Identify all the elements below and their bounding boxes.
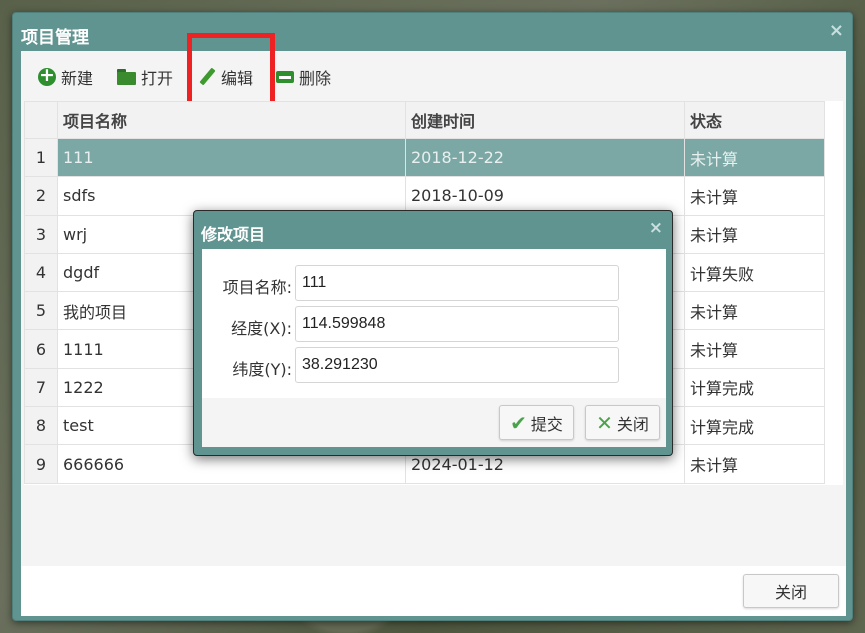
cell-status: 未计算 — [684, 444, 825, 484]
latitude-label: 纬度(Y): — [232, 360, 292, 379]
row-number: 4 — [24, 252, 58, 293]
plus-circle-icon — [37, 64, 57, 87]
toolbar: 新建 打开 编辑 删除 — [21, 33, 846, 109]
new-button[interactable]: 新建 — [37, 64, 94, 89]
row-number-header — [24, 101, 58, 139]
open-button[interactable]: 打开 — [117, 65, 173, 89]
cell-status: 未计算 — [684, 137, 825, 178]
column-header-created[interactable]: 创建时间 — [405, 101, 685, 139]
table-header-row: 项目名称 创建时间 状态 — [24, 101, 825, 139]
row-number: 9 — [24, 444, 58, 484]
latitude-input[interactable] — [295, 347, 619, 383]
dialog-form: 项目名称: 经度(X): 纬度(Y): — [202, 249, 666, 398]
cell-name: 111 — [57, 137, 406, 178]
cell-status: 计算完成 — [684, 367, 825, 408]
minus-box-icon — [275, 67, 295, 87]
dialog-close-button[interactable]: ✕ 关闭 — [585, 405, 660, 440]
check-icon: ✔ — [510, 410, 527, 435]
window-close-icon[interactable]: × — [829, 20, 844, 41]
row-number: 3 — [24, 214, 58, 254]
column-header-status[interactable]: 状态 — [684, 101, 825, 139]
cell-status: 未计算 — [684, 291, 825, 331]
edit-button-label: 编辑 — [221, 69, 254, 88]
dialog-close-icon[interactable]: × — [649, 218, 663, 238]
row-number: 8 — [24, 406, 58, 446]
submit-button-label: 提交 — [530, 414, 563, 434]
window-footer: 关闭 — [21, 566, 846, 616]
folder-icon — [117, 69, 137, 85]
edit-project-dialog: 修改项目 × 项目名称: 经度(X): 纬度(Y): ✔ 提交 ✕ 关闭 — [193, 210, 673, 456]
project-name-row: 项目名称: — [202, 265, 666, 301]
project-name-label: 项目名称: — [222, 278, 292, 297]
row-number: 6 — [24, 329, 58, 369]
window-close-button[interactable]: 关闭 — [743, 574, 839, 608]
longitude-input[interactable] — [295, 306, 619, 342]
delete-button-label: 删除 — [299, 69, 332, 88]
dialog-close-button-label: 关闭 — [616, 414, 649, 434]
cell-status: 未计算 — [684, 214, 825, 254]
row-number: 1 — [24, 137, 58, 178]
cell-status: 计算失败 — [684, 252, 825, 293]
latitude-row: 纬度(Y): — [202, 347, 666, 383]
row-number: 2 — [24, 176, 58, 216]
column-header-name[interactable]: 项目名称 — [57, 101, 406, 139]
pencil-icon — [197, 67, 217, 87]
longitude-row: 经度(X): — [202, 306, 666, 342]
cell-status: 未计算 — [684, 176, 825, 216]
delete-button[interactable]: 删除 — [275, 65, 331, 89]
cell-status: 计算完成 — [684, 406, 825, 446]
x-icon: ✕ — [596, 410, 613, 435]
dialog-title: 修改项目 — [201, 225, 266, 244]
longitude-label: 经度(X): — [231, 319, 292, 338]
cell-status: 未计算 — [684, 329, 825, 369]
row-number: 5 — [24, 291, 58, 331]
project-name-input[interactable] — [295, 265, 619, 301]
cell-created: 2018-12-22 — [405, 137, 685, 178]
open-button-label: 打开 — [141, 69, 174, 88]
new-button-label: 新建 — [61, 69, 94, 88]
table-empty-area — [24, 485, 843, 565]
row-number: 7 — [24, 367, 58, 408]
edit-button[interactable]: 编辑 — [197, 65, 253, 89]
dialog-footer: ✔ 提交 ✕ 关闭 — [202, 398, 666, 447]
window-title: 项目管理 — [21, 28, 89, 48]
table-row[interactable]: 1 111 2018-12-22 未计算 — [24, 137, 825, 178]
submit-button[interactable]: ✔ 提交 — [499, 405, 574, 440]
